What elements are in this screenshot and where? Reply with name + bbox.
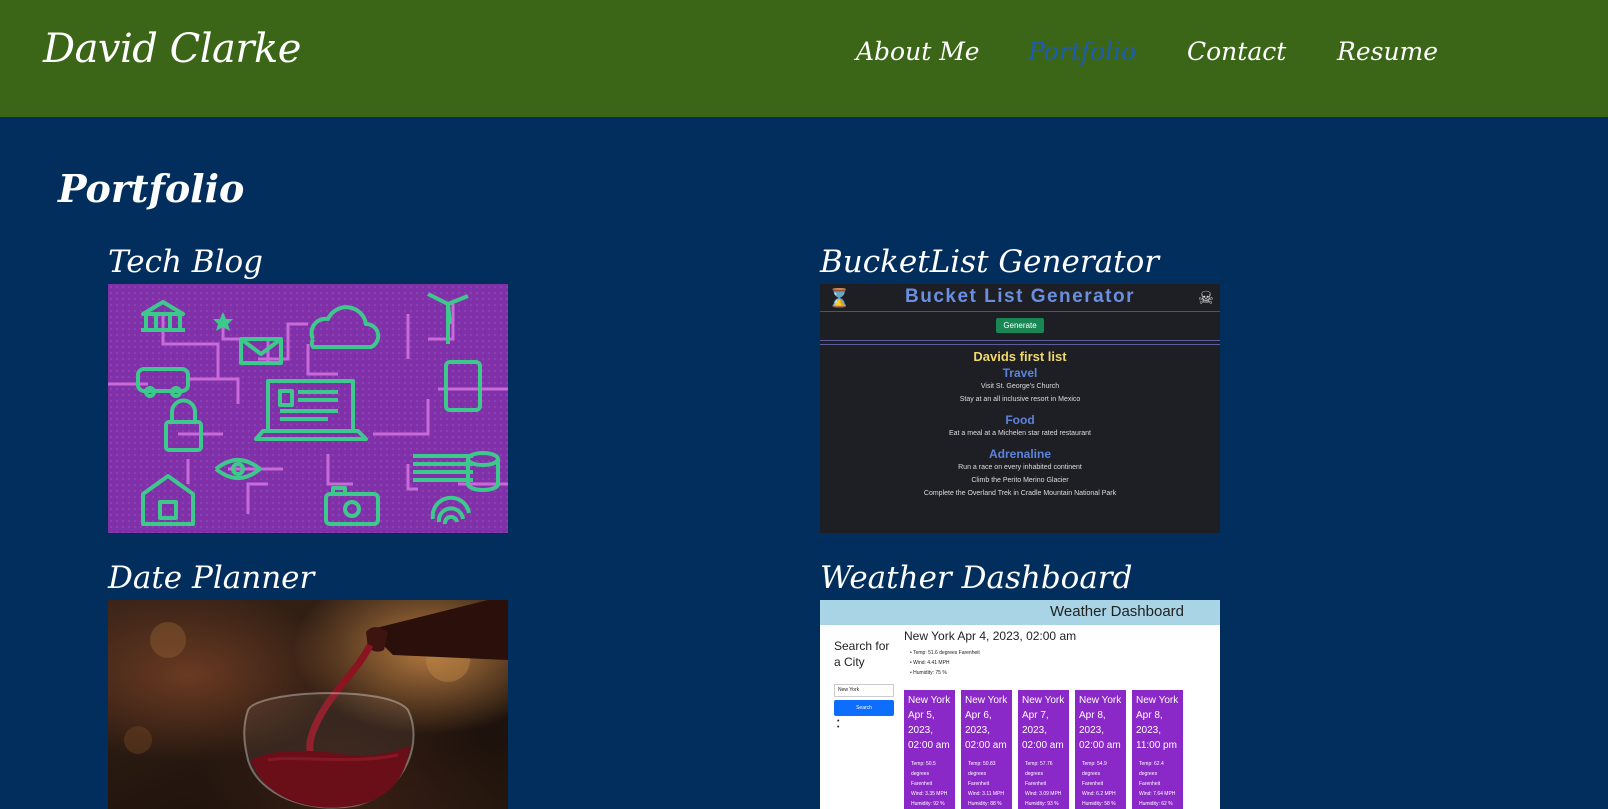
forecast-card: New York Apr 8, 2023, 02:00 am Temp: 54.9 … xyxy=(1075,690,1126,809)
bucketlist-list-title: Davids first list xyxy=(973,349,1067,364)
wine-pour-photo xyxy=(124,600,508,809)
forecast-card: New York Apr 7, 2023, 02:00 am Temp: 57.76… xyxy=(1018,690,1069,809)
bucketlist-app-header: ⌛ Bucket List Generator ☠ xyxy=(820,284,1220,312)
bucketlist-thumbnail[interactable]: ⌛ Bucket List Generator ☠ Generate David… xyxy=(820,284,1220,533)
bucketlist-item: Visit St. George's Church xyxy=(980,383,1060,390)
bucketlist-item: Eat a meal at a Michelen star rated rest… xyxy=(948,430,1092,437)
project-date-planner: Date Planner xyxy=(108,560,508,809)
tech-network-illustration xyxy=(108,292,508,526)
tech-blog-thumbnail[interactable] xyxy=(108,284,508,533)
project-bucketlist: BucketList Generator ⌛ Bucket List Gener… xyxy=(820,244,1220,533)
bucketlist-item: Run a race on every inhabited continent xyxy=(958,464,1082,471)
bucketlist-category: Food xyxy=(1005,413,1035,427)
weather-dashboard-thumbnail[interactable]: Weather Dashboard Search for a City New … xyxy=(820,600,1220,809)
generate-button: Generate xyxy=(996,318,1044,333)
bucketlist-app-title: Bucket List Generator xyxy=(905,286,1135,307)
weather-app-header: Weather Dashboard xyxy=(820,600,1220,625)
project-weather-dashboard: Weather Dashboard Weather Dashboard Sear… xyxy=(820,560,1220,809)
history-list: • • xyxy=(837,718,840,731)
weather-app-title: Weather Dashboard xyxy=(1050,603,1184,620)
bucketlist-item: Climb the Perito Merino Glacier xyxy=(971,477,1069,484)
current-weather: New York Apr 4, 2023, 02:00 am • Temp: 5… xyxy=(904,629,1076,678)
current-heading: New York Apr 4, 2023, 02:00 am xyxy=(904,629,1077,643)
project-title: Weather Dashboard xyxy=(820,560,1133,596)
search-button: Search xyxy=(834,700,894,716)
nav-link-portfolio[interactable]: Portfolio xyxy=(1028,37,1136,66)
divider xyxy=(820,340,1220,341)
project-title: BucketList Generator xyxy=(820,244,1160,280)
forecast-card: New York Apr 6, 2023, 02:00 am Temp: 50.83… xyxy=(961,690,1012,809)
divider xyxy=(820,344,1220,345)
main-nav: About Me Portfolio Contact Resume xyxy=(0,37,1608,73)
nav-link-about[interactable]: About Me xyxy=(856,37,980,66)
current-humidity: Humidity: 75 % xyxy=(913,670,947,676)
project-title: Date Planner xyxy=(108,560,315,596)
project-tech-blog: Tech Blog xyxy=(108,244,508,533)
bucketlist-item: Complete the Overland Trek in Cradle Mou… xyxy=(923,490,1117,497)
date-planner-thumbnail[interactable] xyxy=(108,600,508,809)
current-temp: Temp: 51.6 degrees Farenheit xyxy=(913,650,980,656)
current-wind: Wind: 4.41 MPH xyxy=(913,660,950,666)
nav-link-resume[interactable]: Resume xyxy=(1337,37,1438,66)
bucketlist-item: Stay at an all inclusive resort in Mexic… xyxy=(959,396,1081,403)
nav-link-contact[interactable]: Contact xyxy=(1187,37,1286,66)
forecast-card: New York Apr 5, 2023, 02:00 am Temp: 50.5 … xyxy=(904,690,955,809)
current-stats: • Temp: 51.6 degrees Farenheit • Wind: 4… xyxy=(910,650,980,676)
search-label: Search for a City xyxy=(834,639,890,669)
bucketlist-category: Travel xyxy=(1002,366,1038,380)
weather-search-panel: Search for a City New York Search • • xyxy=(834,638,894,731)
forecast-card: New York Apr 8, 2023, 11:00 pm Temp: 62.4 … xyxy=(1132,690,1183,809)
bucketlist-category: Adrenaline xyxy=(988,447,1051,461)
search-input: New York xyxy=(834,684,894,697)
site-header: David Clarke About Me Portfolio Contact … xyxy=(0,0,1608,117)
page-title: Portfolio xyxy=(58,166,245,211)
skull-icon: ☠ xyxy=(1197,288,1214,308)
project-title: Tech Blog xyxy=(108,244,263,280)
